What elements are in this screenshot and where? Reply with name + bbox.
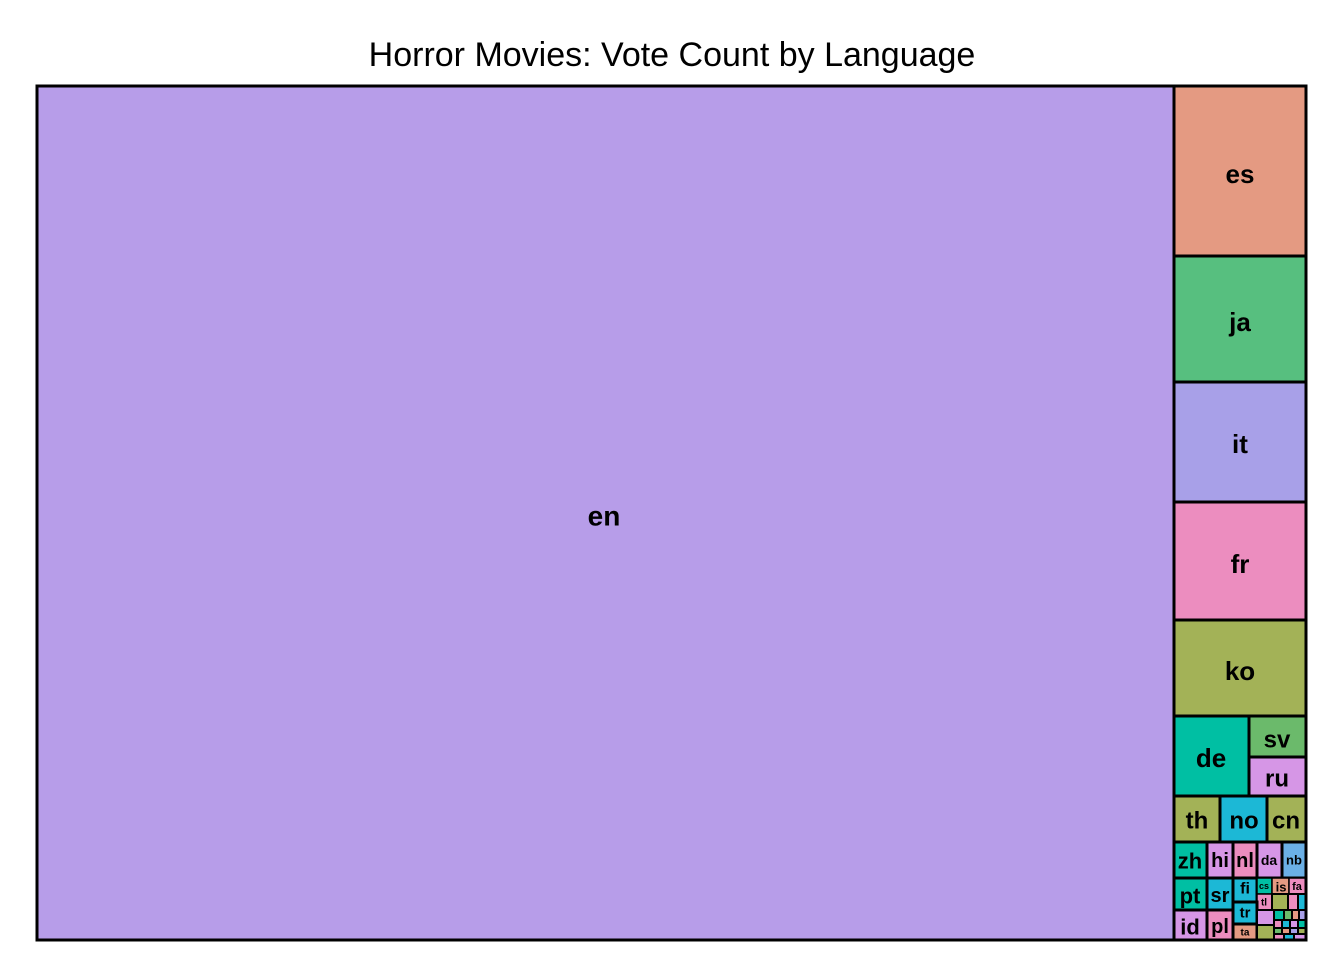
tile-label-fa: fa [1292, 881, 1303, 893]
tile-minor [1281, 919, 1291, 929]
treemap-chart: Horror Movies: Vote Count by Language en… [35, 36, 1308, 942]
tile-label-ja: ja [1228, 307, 1251, 337]
tile-label-cs: cs [1259, 881, 1269, 891]
tile-label-pl: pl [1211, 916, 1229, 938]
tile-label-fr: fr [1231, 549, 1250, 579]
tile-label-ta: ta [1241, 928, 1250, 939]
tile-minor [1291, 909, 1300, 921]
tile-label-tl: tl [1261, 898, 1267, 909]
tile-label-is: is [1276, 880, 1287, 895]
tile-label-th: th [1186, 808, 1209, 835]
tile-minor [1273, 919, 1283, 929]
chart-title: Horror Movies: Vote Count by Language [369, 36, 976, 74]
tile-label-sr: sr [1211, 885, 1230, 907]
tile-minor [1273, 909, 1285, 921]
tile-minor [1289, 919, 1299, 929]
tile-label-id: id [1180, 915, 1200, 940]
tile-label-zh: zh [1178, 849, 1202, 874]
tile-label-sv: sv [1264, 727, 1291, 754]
tile-minor [1287, 893, 1299, 911]
tile-minor [1256, 909, 1275, 926]
tile-label-da: da [1261, 852, 1278, 868]
tile-label-pt: pt [1180, 884, 1201, 909]
tile-label-ru: ru [1265, 766, 1289, 793]
tile-label-cn: cn [1272, 808, 1300, 835]
tile-label-en: en [588, 501, 621, 532]
tile-minor [1256, 924, 1275, 941]
tiles-group: en es ja it fr ko de sv ru th no cn zh hi nl da nb pt sr fi… [35, 84, 1308, 942]
tile-minor [1283, 909, 1293, 921]
tile-label-de: de [1196, 743, 1226, 773]
tile-minor [1271, 893, 1289, 911]
tile-label-it: it [1232, 429, 1248, 459]
tile-label-no: no [1229, 808, 1258, 835]
tile-label-es: es [1226, 159, 1255, 189]
tile-label-hi: hi [1211, 850, 1229, 872]
tile-label-nb: nb [1286, 853, 1302, 868]
tile-label-fi: fi [1240, 881, 1250, 898]
tile-label-tr: tr [1240, 905, 1251, 922]
tile-label-nl: nl [1236, 850, 1254, 872]
tile-label-ko: ko [1225, 656, 1255, 686]
